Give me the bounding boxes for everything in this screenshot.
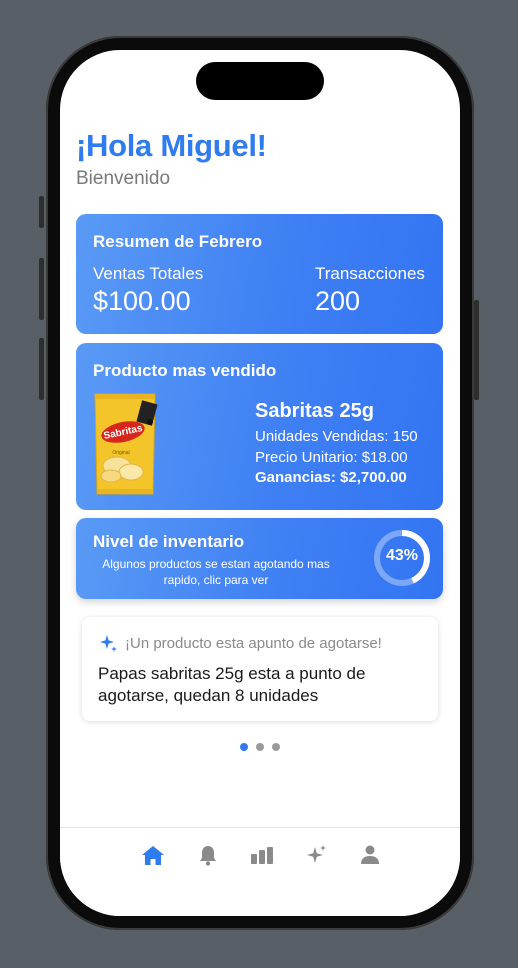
inventory-title: Nivel de inventario [93,532,245,551]
tab-bar [60,827,460,916]
alert-body: Papas sabritas 25g esta a punto de agota… [98,664,366,705]
page-dot[interactable] [240,743,248,751]
sparkles-icon [100,635,117,652]
page-dot[interactable] [256,743,264,751]
page-indicator[interactable] [60,738,460,756]
units-sold: Unidades Vendidas: 150 [255,428,418,445]
inventory-percent: 43% [385,547,419,564]
inventory-description: Algunos productos se estan agotando mas … [102,557,330,587]
volume-up-button [39,258,44,320]
monthly-summary-card[interactable]: Resumen de Febrero Ventas Totales $100.0… [76,214,443,334]
bar-chart-icon[interactable] [250,844,274,866]
dynamic-island [196,62,324,100]
sparkles-icon[interactable] [305,844,329,866]
volume-down-button [39,338,44,400]
power-button [474,300,479,400]
bell-icon[interactable] [196,844,220,866]
unit-price: Precio Unitario: $18.00 [255,449,408,466]
person-icon[interactable] [358,844,382,866]
product-name: Sabritas 25g [255,400,374,422]
sales-label: Ventas Totales [93,264,204,283]
app-screen: ¡Hola Miguel! Bienvenido Resumen de Febr… [60,50,460,916]
bag-flavor-text: Original [112,450,129,456]
transactions-value: 200 [315,286,361,316]
greeting-title: ¡Hola Miguel! [76,128,267,163]
low-stock-alert-card[interactable]: ¡Un producto esta apunto de agotarse! Pa… [82,617,438,721]
action-button [39,196,44,228]
page-dot[interactable] [272,743,280,751]
transactions-label: Transacciones [315,264,425,283]
inventory-level-card[interactable]: Nivel de inventario Algunos productos se… [76,518,443,599]
summary-title: Resumen de Febrero [93,232,263,251]
home-icon[interactable] [141,844,165,866]
alert-header: ¡Un producto esta apunto de agotarse! [125,635,382,652]
sales-value: $100.00 [93,286,191,316]
welcome-subtitle: Bienvenido [76,168,171,189]
product-image: Sabritas Original [94,393,158,495]
profit: Ganancias: $2,700.00 [255,469,407,486]
top-product-title: Producto mas vendido [93,361,277,380]
